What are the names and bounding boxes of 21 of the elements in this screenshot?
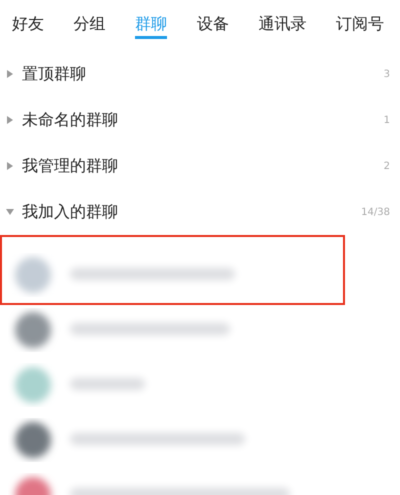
group-row[interactable]: 未命名的群聊 1 [0,97,400,143]
expand-arrow-icon [6,70,14,78]
group-name: 未命名的群聊 [22,110,119,130]
tab[interactable]: 设备 [196,12,229,39]
tab[interactable]: 通讯录 [258,12,306,39]
group-count: 2 [384,160,390,172]
expand-arrow-icon [6,116,14,124]
tab[interactable]: 订阅号 [336,12,384,39]
group-row[interactable]: 我管理的群聊 2 [0,143,400,189]
group-count: 14/38 [361,206,390,218]
group-row[interactable]: 我加入的群聊 14/38 [0,189,400,235]
tab[interactable]: 好友 [12,12,44,39]
tab[interactable]: 分组 [74,12,106,39]
expand-arrow-icon [6,162,14,170]
collapse-arrow-icon [6,208,14,216]
group-name: 我管理的群聊 [22,156,119,176]
group-name: 我加入的群聊 [22,202,119,222]
group-count: 3 [384,68,390,80]
group-name: 置顶群聊 [22,64,87,84]
group-row[interactable]: 置顶群聊 3 [0,51,400,97]
group-count: 1 [384,114,390,126]
